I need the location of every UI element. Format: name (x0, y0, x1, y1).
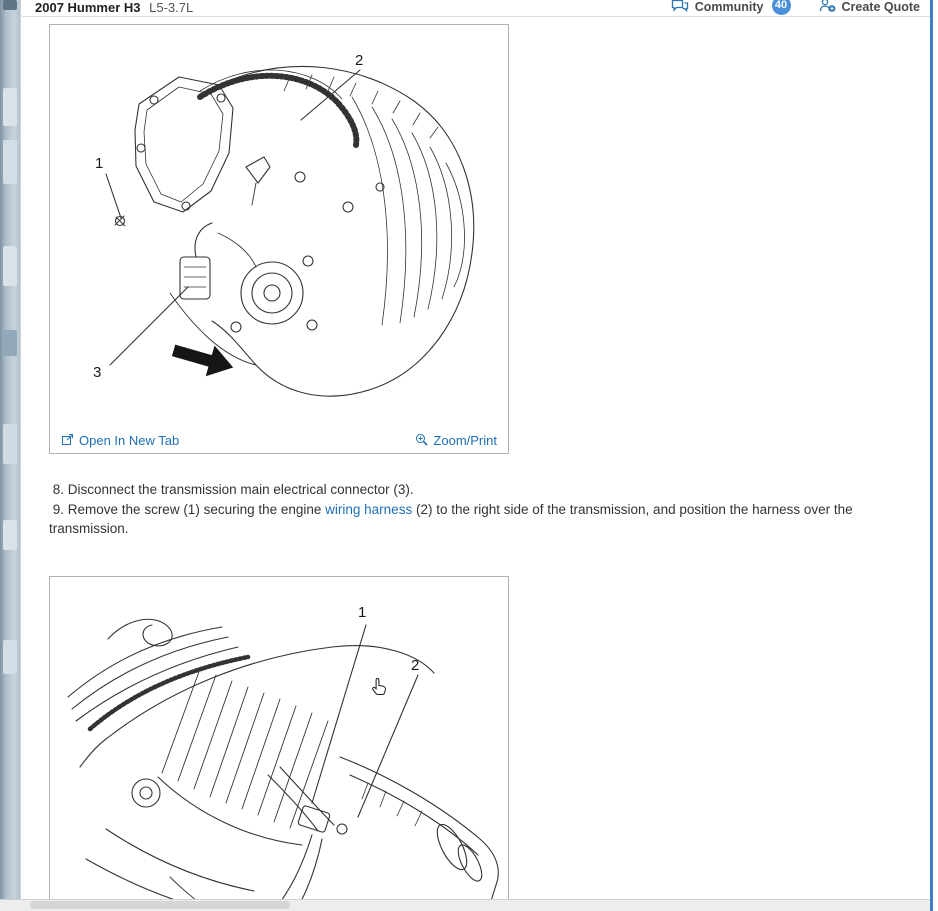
strip-decoration (3, 0, 17, 10)
strip-decoration (3, 640, 17, 674)
strip-decoration (3, 424, 17, 464)
scrollbar-thumb[interactable] (30, 901, 290, 909)
zoom-print-link[interactable]: Zoom/Print (415, 433, 497, 449)
step-9-text: 9. Remove the screw (1) securing the eng… (49, 502, 325, 517)
figure1-callout-3: 3 (93, 364, 101, 381)
direction-arrow (169, 335, 237, 383)
open-in-new-tab-icon (61, 433, 74, 449)
create-quote-icon (819, 0, 836, 16)
instruction-step-8: 8. Disconnect the transmission main elec… (49, 480, 894, 500)
figure-1-canvas: 1 2 3 (50, 25, 508, 428)
zoom-print-icon (415, 433, 428, 449)
horizontal-scrollbar[interactable] (0, 899, 930, 911)
strip-decoration (3, 140, 17, 184)
vehicle-title: 2007 Hummer H3 L5-3.7L (35, 0, 193, 15)
figure2-callout-2: 2 (411, 657, 419, 674)
create-quote-label: Create Quote (842, 0, 921, 14)
strip-decoration (3, 330, 17, 356)
create-quote-button[interactable]: Create Quote (819, 0, 921, 16)
vehicle-engine: L5-3.7L (149, 0, 193, 15)
strip-decoration (3, 88, 17, 126)
page-content: 2007 Hummer H3 L5-3.7L Community 40 (22, 0, 930, 899)
browser-page: 2007 Hummer H3 L5-3.7L Community 40 (0, 0, 938, 911)
transmission-diagram-2 (50, 577, 508, 900)
wiring-harness-link[interactable]: wiring harness (325, 502, 412, 517)
figure-2-canvas: 1 2 (50, 577, 508, 900)
zoom-print-label: Zoom/Print (433, 433, 497, 448)
vehicle-name: 2007 Hummer H3 (35, 0, 141, 15)
strip-decoration (3, 520, 17, 550)
open-in-new-tab-link[interactable]: Open In New Tab (61, 433, 179, 449)
community-count-badge: 40 (772, 0, 791, 15)
figure-box-1: 1 2 3 Open In New Tab (49, 24, 509, 454)
transmission-diagram-1 (50, 25, 508, 428)
figure-box-2: 1 2 (49, 576, 509, 900)
figure-1-footer: Open In New Tab Zoom/Print (50, 428, 508, 453)
window-edge (930, 0, 933, 911)
community-button[interactable]: Community (671, 0, 764, 16)
figure1-callout-1: 1 (95, 155, 103, 172)
cursor-pointer (372, 677, 387, 701)
instruction-steps: 8. Disconnect the transmission main elec… (49, 480, 894, 539)
instruction-step-9: 9. Remove the screw (1) securing the eng… (49, 500, 894, 539)
header-actions: Community 40 Create Quote (671, 0, 920, 17)
strip-decoration (3, 246, 17, 286)
left-window-edge (0, 0, 21, 911)
open-in-new-tab-label: Open In New Tab (79, 433, 179, 448)
figure2-callout-1: 1 (358, 604, 366, 621)
figure1-callout-2: 2 (355, 52, 363, 69)
community-icon (671, 0, 689, 16)
community-label: Community (695, 0, 764, 14)
page-header: 2007 Hummer H3 L5-3.7L Community 40 (22, 0, 930, 17)
